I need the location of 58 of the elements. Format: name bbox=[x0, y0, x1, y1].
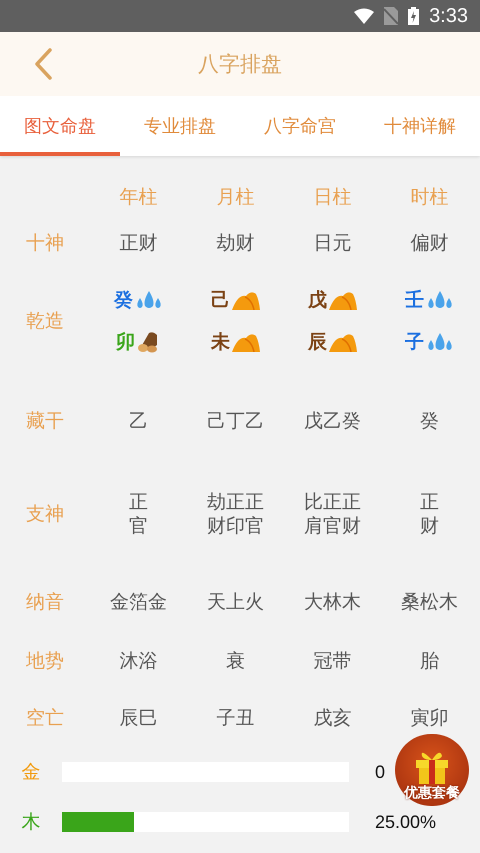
table-cell: 癸 bbox=[420, 409, 439, 433]
table-cell: 劫正正财印官 bbox=[207, 490, 264, 538]
row-label: 十神 bbox=[25, 231, 65, 256]
table-cell: 胎 bbox=[420, 649, 439, 673]
column-header: 日柱 bbox=[314, 185, 352, 210]
table-cell: 天上火 bbox=[207, 590, 264, 614]
table-cell-text: 正财 bbox=[120, 231, 158, 256]
table-cell: 金箔金 bbox=[110, 590, 167, 614]
row-label: 地势 bbox=[25, 649, 65, 674]
percentage: 0 bbox=[375, 762, 386, 782]
percentage: 25.00% bbox=[375, 812, 436, 832]
table-cell: 比正正肩官财 bbox=[304, 490, 361, 538]
row-label: 藏干 bbox=[25, 409, 65, 434]
table-cell: 衰 bbox=[226, 649, 245, 673]
column-header: 时柱 bbox=[410, 185, 448, 210]
table-cell: 戌亥 bbox=[314, 706, 352, 730]
row-label: 空亡 bbox=[25, 706, 65, 731]
wifi-icon bbox=[354, 8, 374, 24]
row-label: 纳音 bbox=[25, 590, 65, 615]
pillar-character: 未 bbox=[211, 330, 230, 355]
page-title: 八字排盘 bbox=[198, 51, 282, 78]
table-cell-text: 劫财 bbox=[216, 231, 254, 256]
table-cell: 乙 bbox=[129, 409, 148, 433]
table-cell: 子丑 bbox=[216, 706, 254, 730]
table-cell: 冠带 bbox=[314, 649, 352, 673]
pillar-character: 辰 bbox=[308, 330, 327, 355]
table-cell: 戊乙癸 bbox=[304, 409, 361, 433]
table-cell: 正财 bbox=[420, 490, 439, 538]
column-header: 年柱 bbox=[120, 185, 158, 210]
row-label: 支神 bbox=[25, 502, 65, 527]
element-label: 木 bbox=[20, 810, 42, 835]
battery-charging-icon bbox=[408, 7, 420, 25]
table-cell-text: 偏财 bbox=[410, 231, 448, 256]
pillar-character: 戊 bbox=[308, 288, 327, 313]
table-cell-text: 日元 bbox=[314, 231, 352, 256]
table-cell: 己丁乙 bbox=[207, 409, 264, 433]
row-label: 乾造 bbox=[25, 309, 65, 334]
column-header: 月柱 bbox=[216, 185, 254, 210]
table-cell: 寅卯 bbox=[410, 706, 448, 730]
pillar-character: 癸 bbox=[114, 288, 133, 313]
tab[interactable]: 十神详解 bbox=[360, 96, 480, 156]
back-icon[interactable] bbox=[34, 48, 52, 80]
table-cell: 桑松木 bbox=[401, 590, 458, 614]
clock-time: 3:33 bbox=[429, 4, 468, 28]
table-cell: 辰巳 bbox=[120, 706, 158, 730]
table-cell: 正官 bbox=[129, 490, 148, 538]
table-cell: 沐浴 bbox=[120, 649, 158, 673]
no-sim-icon bbox=[384, 7, 398, 25]
pillar-character: 己 bbox=[211, 288, 230, 313]
promo-badge[interactable]: 优惠套餐 bbox=[395, 734, 469, 806]
pillar-character: 卯 bbox=[116, 330, 135, 355]
pillar-character: 壬 bbox=[405, 288, 424, 313]
element-label: 金 bbox=[20, 760, 42, 785]
pillar-character: 子 bbox=[405, 330, 424, 355]
table-cell: 大林木 bbox=[304, 590, 361, 614]
tab[interactable]: 专业排盘 bbox=[120, 96, 240, 156]
tab[interactable]: 八字命宫 bbox=[240, 96, 360, 156]
tab[interactable]: 图文命盘 bbox=[0, 96, 120, 156]
